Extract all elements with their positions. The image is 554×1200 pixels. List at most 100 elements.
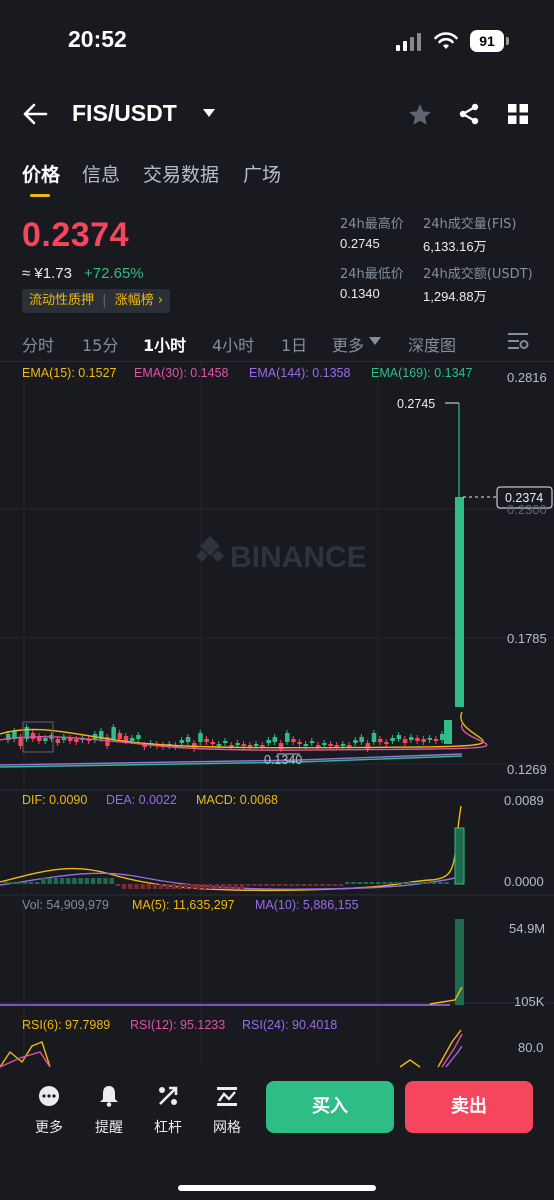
- candle-body: [254, 744, 259, 746]
- axis-mid2-price: 0.1785: [507, 631, 547, 646]
- macd-histogram-bar: [369, 882, 375, 884]
- interval-15m[interactable]: 15分: [82, 332, 118, 356]
- candle-body: [433, 739, 439, 741]
- macd-histogram-bar: [283, 884, 288, 886]
- candle-body: [210, 742, 216, 744]
- share-icon[interactable]: [457, 102, 481, 126]
- low-marker-label: 0.1340: [264, 753, 302, 767]
- tab-square[interactable]: 广场: [243, 160, 281, 187]
- interval-depth[interactable]: 深度图: [408, 332, 456, 356]
- low-value: 0.1340: [340, 286, 380, 301]
- candle-body: [303, 744, 309, 746]
- buy-button[interactable]: 买入: [266, 1081, 394, 1133]
- macd-histogram-bar: [276, 884, 282, 886]
- macd-histogram-bar: [376, 882, 381, 884]
- rsi12-label: RSI(12): 95.1233: [130, 1018, 226, 1032]
- interval-1d[interactable]: 1日: [281, 332, 307, 356]
- home-indicator: [178, 1185, 376, 1191]
- nav-alert[interactable]: 提醒: [89, 1085, 129, 1137]
- grid-layout-icon[interactable]: [508, 104, 528, 124]
- category-tag[interactable]: 流动性质押 | 涨幅榜 ›: [22, 289, 171, 313]
- macd-histogram-bar: [196, 884, 201, 889]
- chart-settings-icon[interactable]: [507, 331, 529, 351]
- interval-more[interactable]: 更多: [332, 332, 364, 356]
- pair-title[interactable]: FIS/USDT: [72, 100, 177, 127]
- tag-gainers: 涨幅榜: [114, 293, 154, 308]
- low-label: 24h最低价: [340, 267, 404, 282]
- candle-body: [384, 742, 389, 744]
- macd-histogram-bar: [16, 882, 21, 884]
- candle-body: [130, 738, 135, 741]
- last-price: 0.2374: [22, 216, 129, 254]
- macd-value-label: MACD: 0.0068: [196, 793, 278, 807]
- candle-body: [402, 739, 408, 743]
- candle-body: [328, 744, 333, 746]
- macd-histogram-bar: [245, 884, 251, 886]
- macd-histogram-bar: [208, 884, 214, 889]
- rsi12-line: [0, 1051, 51, 1068]
- macd-histogram-bar: [252, 884, 257, 886]
- macd-histogram-bar: [394, 882, 400, 884]
- candle-body: [204, 739, 209, 742]
- macd-histogram-bar: [53, 878, 59, 884]
- macd-histogram-bar: [454, 827, 465, 885]
- candle-body: [272, 737, 278, 742]
- pair-dropdown-icon[interactable]: [203, 109, 215, 117]
- macd-histogram-bar: [332, 884, 338, 886]
- volume-axis-top: 54.9M: [509, 921, 546, 936]
- tag-separator: |: [102, 293, 107, 308]
- tab-info[interactable]: 信息: [82, 160, 120, 187]
- interval-4h[interactable]: 4小时: [212, 332, 254, 356]
- candle-body: [111, 727, 116, 739]
- candle-body: [427, 738, 433, 740]
- candle-body: [266, 740, 271, 743]
- macd-histogram-bar: [363, 882, 369, 884]
- high-marker-label: 0.2745: [397, 397, 435, 411]
- nav-more[interactable]: 更多: [29, 1085, 69, 1137]
- volume-label: Vol: 54,909,979: [22, 898, 109, 912]
- volume-label: 24h成交量(FIS): [423, 217, 517, 232]
- macd-histogram-bar: [413, 882, 418, 884]
- interval-1h[interactable]: 1小时: [143, 332, 186, 356]
- macd-histogram-bar: [171, 884, 176, 889]
- axis-bottom-price: 0.1269: [507, 762, 547, 777]
- tab-price[interactable]: 价格: [22, 160, 60, 187]
- candle-body: [241, 744, 247, 746]
- candle-body: [247, 745, 253, 747]
- macd-dea-label: DEA: 0.0022: [106, 793, 177, 807]
- macd-histogram-bar: [128, 884, 133, 889]
- macd-histogram-bar: [425, 882, 431, 884]
- macd-histogram-bar: [221, 884, 226, 889]
- candle-body: [43, 738, 48, 741]
- nav-margin[interactable]: 杠杆: [148, 1085, 188, 1137]
- ema169-label: EMA(169): 0.1347: [371, 366, 473, 380]
- tab-active-underline: [30, 194, 50, 197]
- candle-body: [285, 733, 290, 742]
- tab-trading-data[interactable]: 交易数据: [143, 160, 219, 187]
- kline-chart[interactable]: BINANCE 0.2745 0.2374 0.1340: [0, 362, 554, 1068]
- star-icon[interactable]: [407, 102, 433, 128]
- macd-histogram-bar: [202, 884, 207, 889]
- macd-histogram-bar: [314, 884, 319, 886]
- candle-body: [359, 737, 364, 742]
- watermark-text: BINANCE: [230, 541, 367, 574]
- sell-button[interactable]: 卖出: [405, 1081, 533, 1133]
- macd-histogram-bar: [264, 884, 269, 886]
- macd-histogram-bar: [10, 882, 15, 884]
- nav-grid[interactable]: 网格: [207, 1085, 247, 1137]
- ema15-label: EMA(15): 0.1527: [22, 366, 117, 380]
- rsi6-line: [399, 1029, 462, 1068]
- macd-histogram-bar: [270, 884, 276, 886]
- rsi24-label: RSI(24): 90.4018: [242, 1018, 338, 1032]
- volume-ma5-label: MA(5): 11,635,297: [132, 898, 235, 912]
- volume-value: 6,133.16万: [423, 239, 487, 254]
- back-arrow-icon[interactable]: [22, 102, 48, 126]
- high-label: 24h最高价: [340, 217, 404, 232]
- interval-timeline[interactable]: 分时: [22, 332, 54, 356]
- macd-histogram-bar: [357, 882, 362, 884]
- candle-body: [216, 744, 222, 746]
- volume-axis-bottom: 105K: [514, 994, 545, 1009]
- candle-body: [371, 733, 377, 742]
- candle-body: [297, 742, 302, 744]
- more-dropdown-icon[interactable]: [369, 337, 381, 345]
